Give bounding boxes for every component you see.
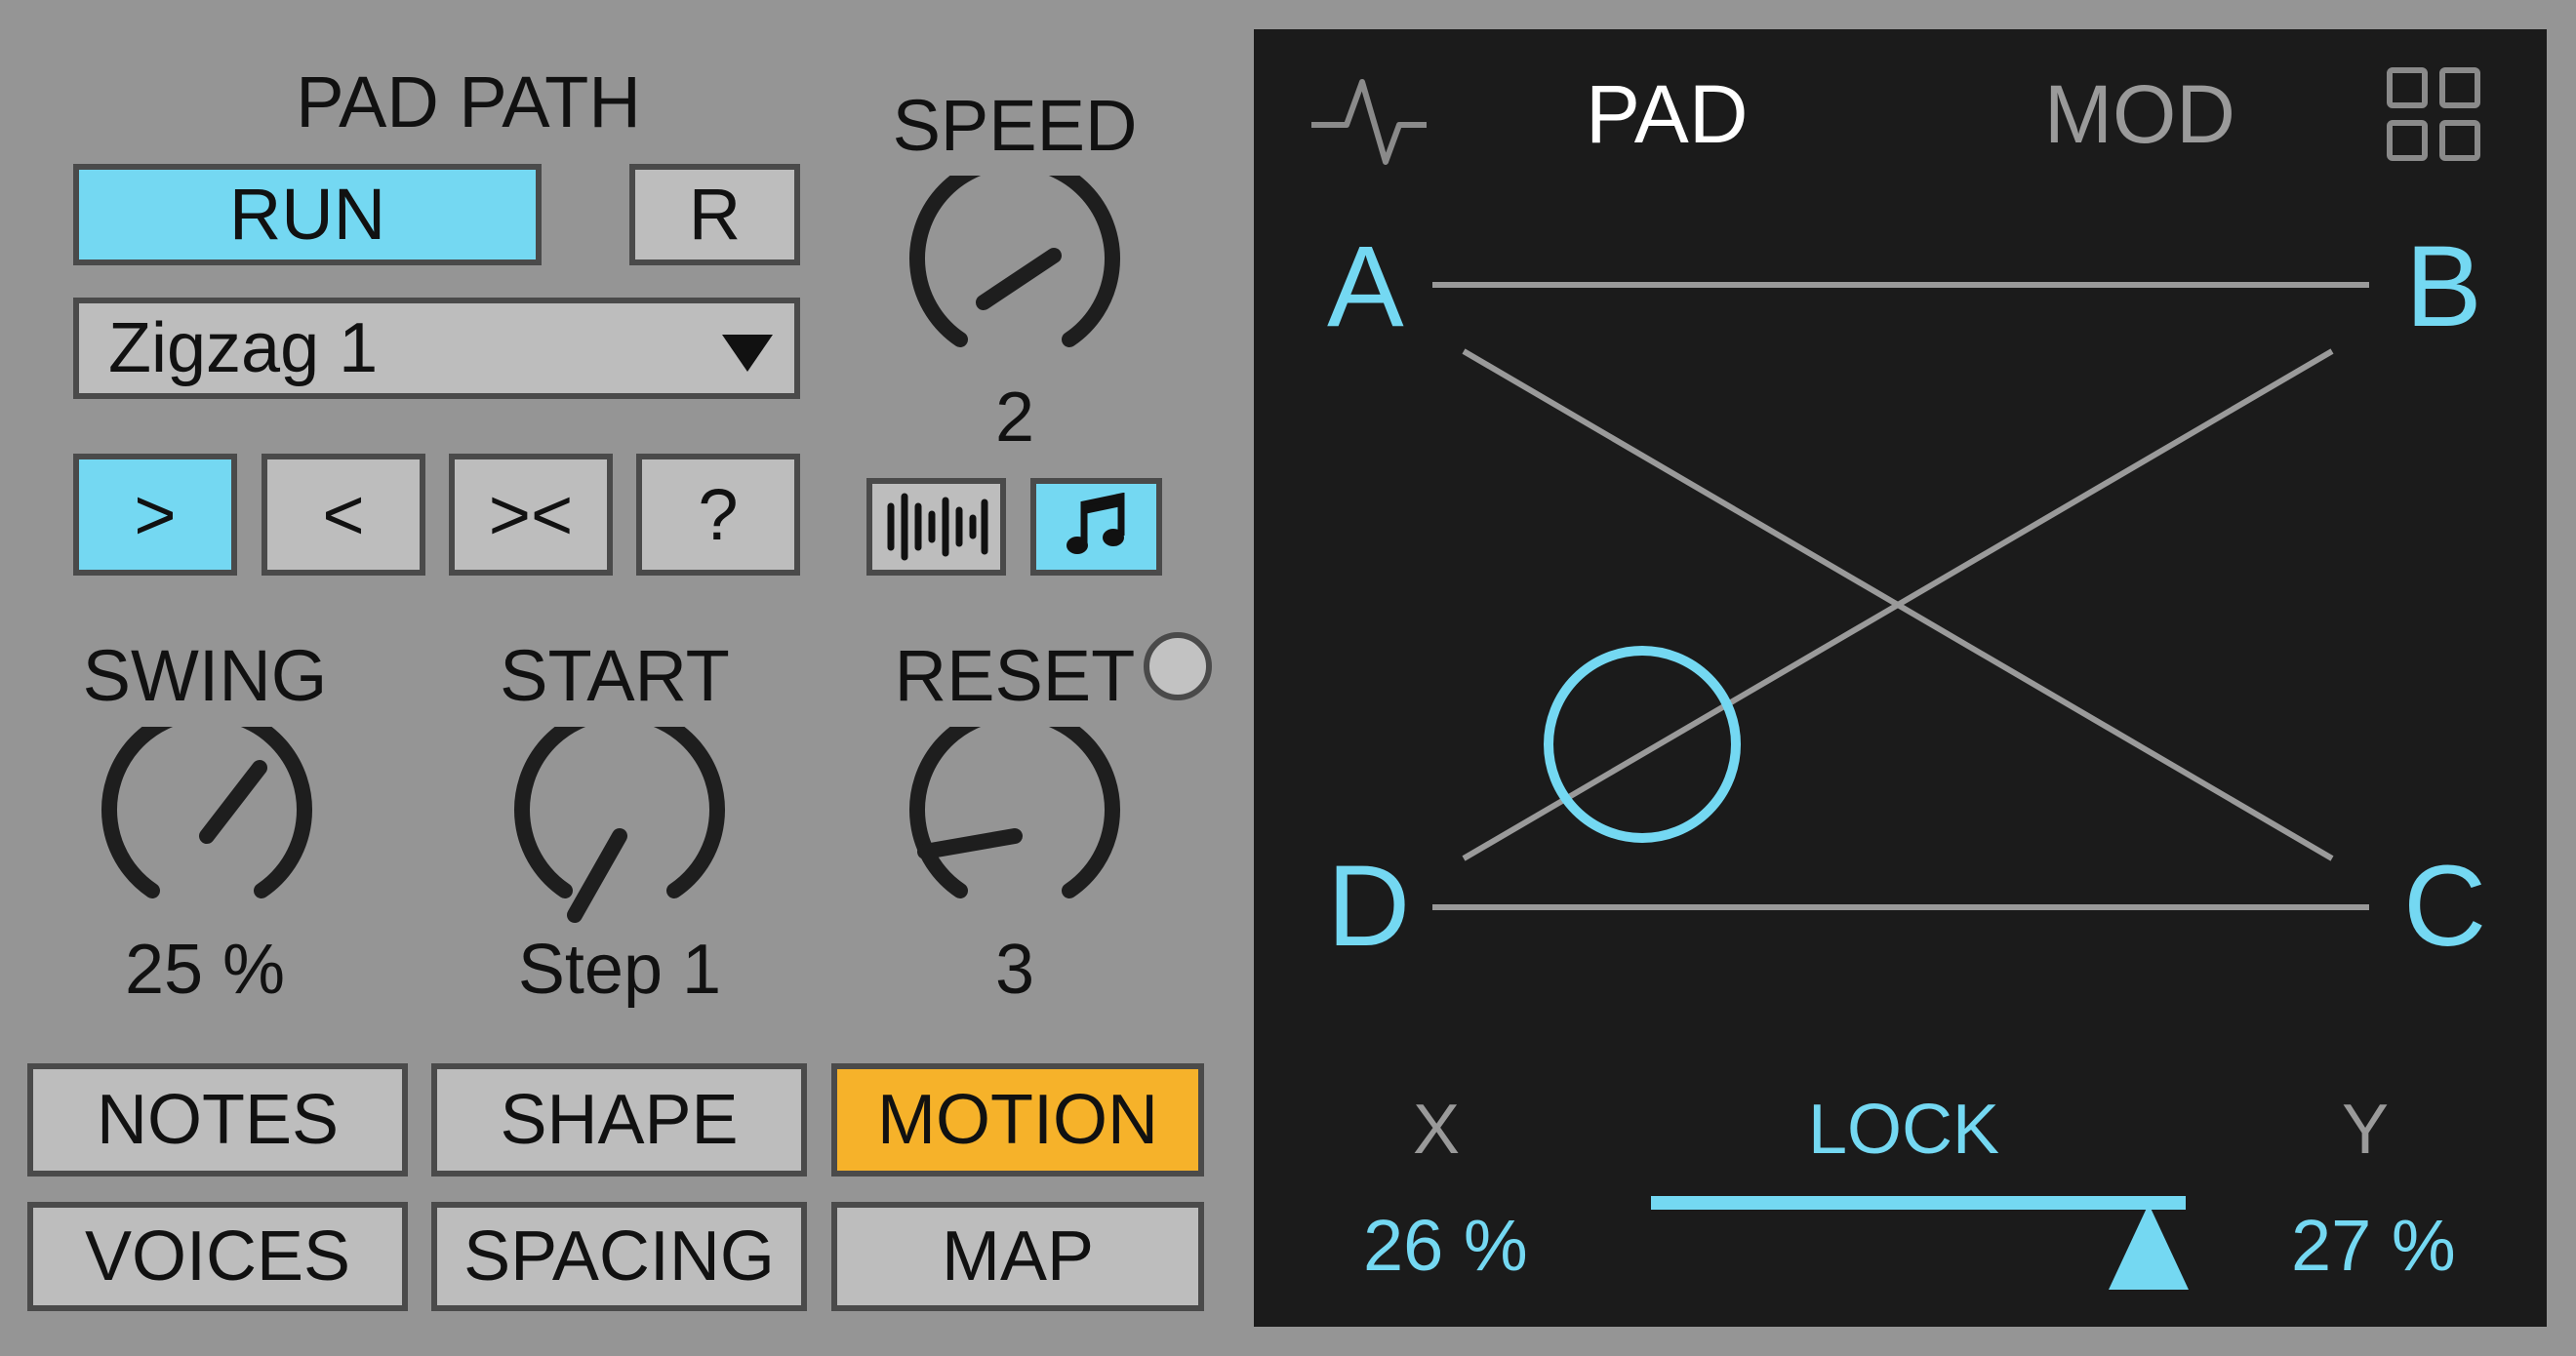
reset-label: RESET <box>894 635 1136 716</box>
corner-c-label: C <box>2403 842 2487 971</box>
swing-knob[interactable] <box>98 727 316 945</box>
preset-dropdown[interactable]: Zigzag 1 <box>73 298 800 399</box>
corner-a-label: A <box>1327 222 1404 351</box>
corner-b-label: B <box>2405 222 2482 351</box>
xy-pad[interactable] <box>1254 29 2547 1083</box>
tab-motion[interactable]: MOTION <box>831 1063 1204 1177</box>
corner-d-label: D <box>1327 842 1411 971</box>
reset-value: 3 <box>994 931 1035 1009</box>
direction-pingpong-button[interactable]: >< <box>449 454 613 576</box>
tab-voices[interactable]: VOICES <box>27 1202 408 1311</box>
y-label: Y <box>2342 1091 2390 1169</box>
reset-indicator-led[interactable] <box>1144 632 1212 700</box>
tab-notes[interactable]: NOTES <box>27 1063 408 1177</box>
pad-path-title: PAD PATH <box>296 61 641 142</box>
tab-shape[interactable]: SHAPE <box>431 1063 807 1177</box>
x-label: X <box>1413 1091 1461 1169</box>
dropdown-arrow-icon <box>722 335 773 372</box>
reset-path-button[interactable]: R <box>629 164 800 265</box>
music-note-icon <box>1066 493 1124 554</box>
free-sync-button[interactable] <box>866 478 1006 576</box>
preset-label: Zigzag 1 <box>108 309 379 387</box>
swing-value: 25 % <box>124 931 286 1009</box>
tab-map[interactable]: MAP <box>831 1202 1204 1311</box>
y-value[interactable]: 27 % <box>2291 1210 2456 1282</box>
note-sync-button[interactable] <box>1030 478 1162 576</box>
tab-spacing[interactable]: SPACING <box>431 1202 807 1311</box>
speed-label: SPEED <box>892 85 1138 166</box>
lock-label[interactable]: LOCK <box>1808 1095 1999 1165</box>
pad-cursor <box>1544 646 1741 843</box>
run-button[interactable]: RUN <box>73 164 542 265</box>
bars-icon <box>887 493 987 561</box>
reset-knob[interactable] <box>906 727 1124 945</box>
direction-backward-button[interactable]: < <box>262 454 425 576</box>
speed-knob[interactable] <box>906 176 1124 394</box>
x-value[interactable]: 26 % <box>1363 1210 1528 1282</box>
swing-label: SWING <box>82 635 328 716</box>
lock-slider-handle[interactable] <box>2105 1200 2193 1294</box>
start-label: START <box>500 635 730 716</box>
start-value: Step 1 <box>517 931 722 1009</box>
direction-forward-button[interactable]: > <box>73 454 237 576</box>
speed-value: 2 <box>994 379 1035 457</box>
pad-panel: PAD MOD A B D C X LOCK Y 26 % 27 % <box>1254 29 2547 1327</box>
direction-random-button[interactable]: ? <box>636 454 800 576</box>
start-knob[interactable] <box>510 727 729 945</box>
